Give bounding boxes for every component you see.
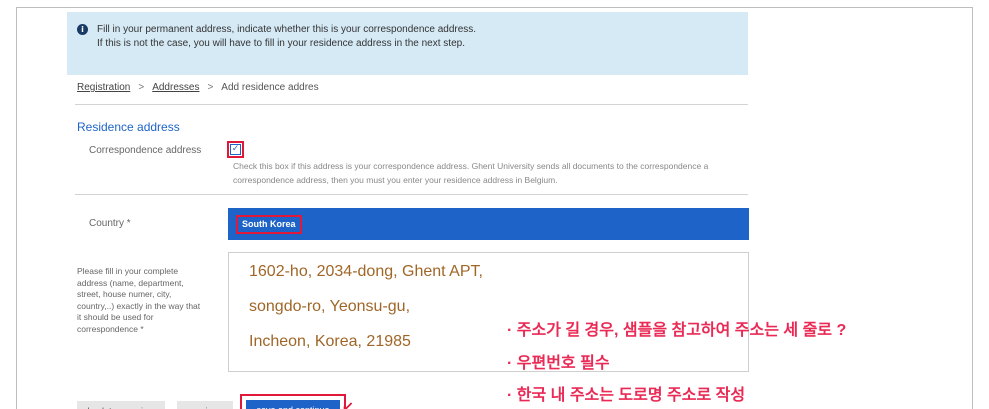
annotation-road-address: · 한국 내 주소는 도로명 주소로 작성 xyxy=(507,387,746,404)
annotation-three-lines: · 주소가 길 경우, 샘플을 참고하여 주소는 세 줄로 ? xyxy=(507,322,847,339)
form-frame: i Fill in your permanent address, indica… xyxy=(16,7,973,409)
save-and-continue-button[interactable]: save and continue xyxy=(246,400,340,409)
arrow-icon: ↙ xyxy=(342,398,354,409)
notice-line-2: If this is not the case, you will have t… xyxy=(97,38,465,49)
correspondence-label: Correspondence address xyxy=(89,145,202,156)
divider xyxy=(75,194,748,195)
address-label-line: it should be used for xyxy=(77,312,154,322)
breadcrumb: Registration > Addresses > Add residence add… xyxy=(77,82,319,93)
breadcrumb-separator: > xyxy=(138,82,145,93)
address-label-line: Please fill in your complete xyxy=(77,266,179,276)
address-label-line: street, house numer, city, xyxy=(77,289,172,299)
correspondence-help-line-1: Check this box if this address is your c… xyxy=(233,161,709,171)
address-label-line: address (name, department, xyxy=(77,277,184,288)
address-line-2: songdo-ro, Yeonsu-gu, xyxy=(249,298,411,315)
annotation-postal-code: · 우편번호 필수 xyxy=(507,355,610,372)
back-to-overview-button[interactable]: back to overview xyxy=(77,401,165,409)
address-label-line: country,..) exactly in the way that xyxy=(77,300,201,311)
info-icon: i xyxy=(77,24,88,35)
breadcrumb-current: Add residence addres xyxy=(221,82,319,93)
breadcrumb-addresses[interactable]: Addresses xyxy=(152,82,199,93)
info-notice: i Fill in your permanent address, indica… xyxy=(67,12,748,75)
section-title: Residence address xyxy=(77,120,180,134)
address-textarea[interactable]: 1602-ho, 2034-dong, Ghent APT, songdo-ro… xyxy=(228,252,749,372)
address-line-3: Incheon, Korea, 21985 xyxy=(249,333,411,350)
breadcrumb-separator: > xyxy=(207,82,214,93)
correspondence-checkbox[interactable]: ✓ xyxy=(230,144,241,155)
previous-button[interactable]: previous xyxy=(177,401,233,409)
address-label: Please fill in your complete address (na… xyxy=(77,266,222,335)
breadcrumb-registration[interactable]: Registration xyxy=(77,82,130,93)
divider xyxy=(75,104,748,105)
country-label: Country * xyxy=(89,218,131,229)
correspondence-checkbox-highlight: ✓ xyxy=(227,141,244,158)
country-select[interactable]: South Korea xyxy=(228,208,749,240)
address-line-1: 1602-ho, 2034-dong, Ghent APT, xyxy=(249,263,483,280)
country-value: South Korea xyxy=(236,215,302,234)
address-label-line: correspondence * xyxy=(77,323,144,334)
save-button-highlight: save and continue xyxy=(240,394,346,409)
notice-line-1: Fill in your permanent address, indicate… xyxy=(97,24,477,35)
correspondence-help-line-2: correspondence address, then you must yo… xyxy=(233,175,558,185)
